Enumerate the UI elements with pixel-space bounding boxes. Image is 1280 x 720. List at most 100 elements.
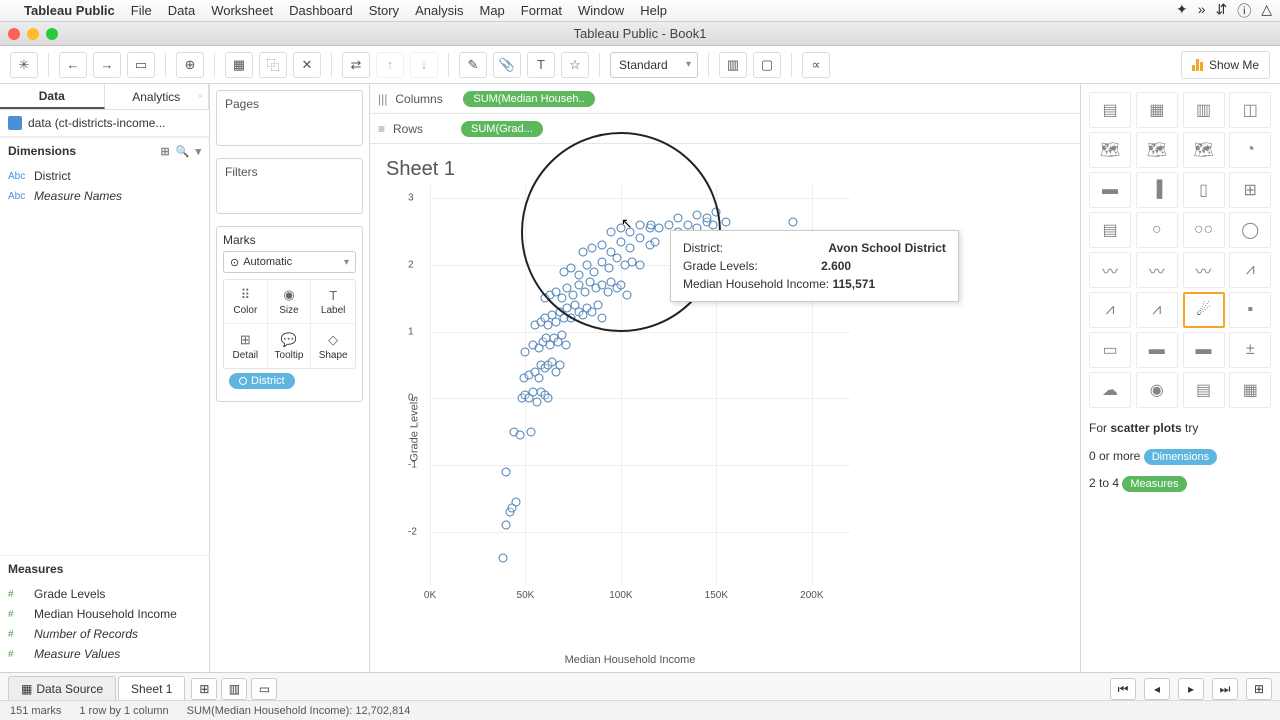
- data-point[interactable]: [557, 331, 566, 340]
- viz-type-17[interactable]: 〰: [1136, 252, 1178, 288]
- new-story-button[interactable]: ▭: [251, 678, 277, 700]
- viz-type-5[interactable]: 🗺: [1136, 132, 1178, 168]
- info-icon[interactable]: ⓘ: [1237, 1, 1251, 21]
- marks-color[interactable]: ⠿Color: [224, 280, 268, 324]
- data-point[interactable]: [594, 301, 603, 310]
- data-point[interactable]: [515, 431, 524, 440]
- data-point[interactable]: [580, 287, 589, 296]
- viz-type-11[interactable]: ⊞: [1229, 172, 1271, 208]
- rows-shelf[interactable]: ≡ Rows SUM(Grad...: [370, 114, 1080, 144]
- menubar-icon[interactable]: »: [1198, 1, 1206, 21]
- menu-window[interactable]: Window: [578, 3, 624, 18]
- data-point[interactable]: [622, 291, 631, 300]
- viz-type-23[interactable]: ▪: [1229, 292, 1271, 328]
- data-point[interactable]: [655, 224, 664, 233]
- data-point[interactable]: [651, 237, 660, 246]
- field-measure-values[interactable]: #Measure Values: [0, 644, 209, 664]
- data-point[interactable]: [578, 247, 587, 256]
- sort-asc-icon[interactable]: ↑: [376, 52, 404, 78]
- viz-type-30[interactable]: ▤: [1183, 372, 1225, 408]
- device-preview-icon[interactable]: ▢: [753, 52, 781, 78]
- viz-type-18[interactable]: 〰: [1183, 252, 1225, 288]
- data-point[interactable]: [616, 281, 625, 290]
- columns-pill[interactable]: SUM(Median Househ..: [463, 91, 594, 107]
- data-point[interactable]: [597, 314, 606, 323]
- data-point[interactable]: [605, 264, 614, 273]
- viz-type-7[interactable]: ◔: [1229, 132, 1271, 168]
- viz-type-4[interactable]: 🗺: [1089, 132, 1131, 168]
- marks-detail[interactable]: ⊞Detail: [224, 324, 268, 368]
- field-grade-levels[interactable]: #Grade Levels: [0, 584, 209, 604]
- data-point[interactable]: [502, 467, 511, 476]
- marks-size[interactable]: ◉Size: [268, 280, 312, 324]
- highlight-icon[interactable]: ✎: [459, 52, 487, 78]
- menu-dashboard[interactable]: Dashboard: [289, 3, 353, 18]
- data-point[interactable]: [574, 271, 583, 280]
- menubar-icon[interactable]: ✦: [1176, 1, 1188, 21]
- data-point[interactable]: [588, 244, 597, 253]
- data-point[interactable]: [603, 287, 612, 296]
- data-point[interactable]: [616, 237, 625, 246]
- data-point[interactable]: [557, 294, 566, 303]
- data-point[interactable]: [607, 227, 616, 236]
- dropbox-icon[interactable]: ⇵: [1215, 1, 1227, 21]
- data-point[interactable]: [597, 241, 606, 250]
- viz-type-20[interactable]: ⩘: [1089, 292, 1131, 328]
- new-dashboard-button[interactable]: ▥: [221, 678, 247, 700]
- viz-type-26[interactable]: ▬: [1183, 332, 1225, 368]
- menu-analysis[interactable]: Analysis: [415, 3, 463, 18]
- viz-type-27[interactable]: ±: [1229, 332, 1271, 368]
- marks-label[interactable]: TLabel: [311, 280, 355, 324]
- detail-pill-district[interactable]: District: [229, 373, 295, 389]
- columns-shelf[interactable]: ||| Columns SUM(Median Househ..: [370, 84, 1080, 114]
- view-icon[interactable]: ⊞: [161, 145, 170, 158]
- data-point[interactable]: [683, 221, 692, 230]
- field-median-income[interactable]: #Median Household Income: [0, 604, 209, 624]
- viz-type-10[interactable]: ▯: [1183, 172, 1225, 208]
- pin-icon[interactable]: ☆: [561, 52, 589, 78]
- field-number-of-records[interactable]: #Number of Records: [0, 624, 209, 644]
- viz-type-19[interactable]: ⩘: [1229, 252, 1271, 288]
- viz-type-1[interactable]: ▦: [1136, 92, 1178, 128]
- duplicate-icon[interactable]: ⿻: [259, 52, 287, 78]
- next-sheet-icon[interactable]: ▸: [1178, 678, 1204, 700]
- data-point[interactable]: [693, 211, 702, 220]
- drive-icon[interactable]: △: [1261, 1, 1272, 21]
- marks-shape[interactable]: ◇Shape: [311, 324, 355, 368]
- data-point[interactable]: [788, 217, 797, 226]
- field-measure-names[interactable]: AbcMeasure Names: [0, 186, 209, 206]
- viz-type-2[interactable]: ▥: [1183, 92, 1225, 128]
- undo-icon[interactable]: ←: [59, 52, 87, 78]
- data-point[interactable]: [674, 214, 683, 223]
- datasource-item[interactable]: data (ct-districts-income...: [0, 110, 209, 137]
- menu-data[interactable]: Data: [168, 3, 195, 18]
- data-point[interactable]: [721, 217, 730, 226]
- viz-type-14[interactable]: ○○: [1183, 212, 1225, 248]
- data-point[interactable]: [636, 261, 645, 270]
- data-point[interactable]: [626, 244, 635, 253]
- viz-type-24[interactable]: ▭: [1089, 332, 1131, 368]
- data-point[interactable]: [555, 361, 564, 370]
- menu-story[interactable]: Story: [369, 3, 399, 18]
- data-point[interactable]: [532, 397, 541, 406]
- search-icon[interactable]: 🔍: [176, 145, 190, 158]
- new-worksheet-button[interactable]: ⊞: [191, 678, 217, 700]
- data-point[interactable]: [498, 554, 507, 563]
- data-point[interactable]: [567, 314, 576, 323]
- viz-type-15[interactable]: ◯: [1229, 212, 1271, 248]
- viz-type-16[interactable]: 〰: [1089, 252, 1131, 288]
- data-point[interactable]: [502, 521, 511, 530]
- show-sheets-icon[interactable]: ⊞: [1246, 678, 1272, 700]
- sheet-title[interactable]: Sheet 1: [370, 144, 1080, 185]
- last-sheet-icon[interactable]: ⏭: [1212, 678, 1238, 700]
- new-datasource-icon[interactable]: ⊕: [176, 52, 204, 78]
- data-point[interactable]: [590, 267, 599, 276]
- field-district[interactable]: AbcDistrict: [0, 166, 209, 186]
- pages-shelf[interactable]: Pages: [216, 90, 363, 146]
- share-icon[interactable]: ∝: [802, 52, 830, 78]
- viz-type-22[interactable]: ☄: [1183, 292, 1225, 328]
- prev-sheet-icon[interactable]: ◂: [1144, 678, 1170, 700]
- data-point[interactable]: [702, 214, 711, 223]
- data-point[interactable]: [561, 341, 570, 350]
- rows-pill[interactable]: SUM(Grad...: [461, 121, 543, 137]
